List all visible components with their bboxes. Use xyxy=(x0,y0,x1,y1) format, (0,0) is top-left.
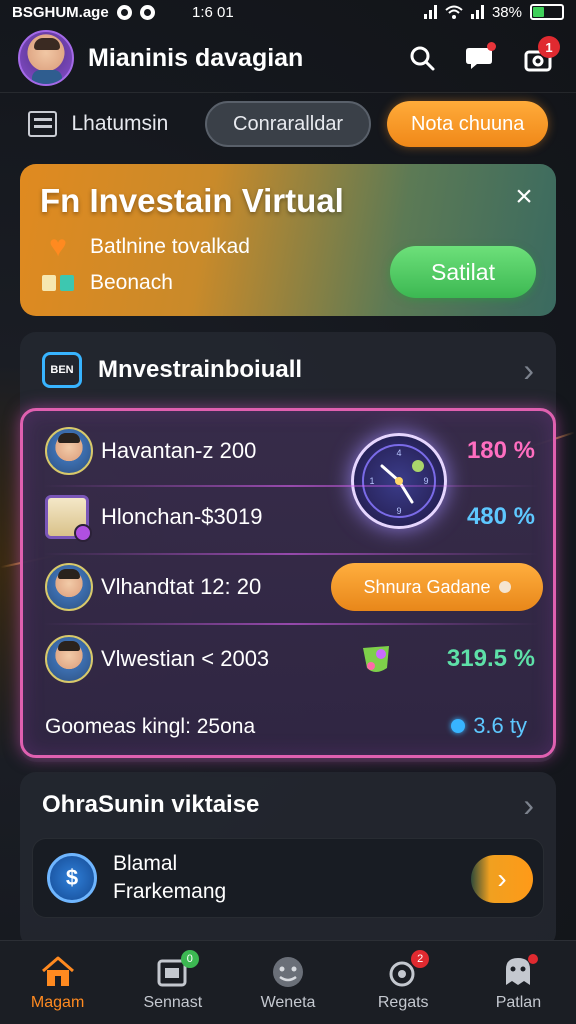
nav-badge-dot xyxy=(528,953,539,964)
nav-item-wallet[interactable]: Weneta xyxy=(230,941,345,1024)
investments-card: BEN Mnvestrainboiuall › 4 9 9 1 Havantan… xyxy=(20,332,556,762)
finance-text: Blamal Frarkemang xyxy=(113,850,226,906)
bag-button[interactable]: 1 xyxy=(518,36,560,78)
ghost-icon xyxy=(498,953,539,990)
investment-action-label: Shnura Gadane xyxy=(363,576,491,597)
tab-pill-primary[interactable]: Nota chuuna xyxy=(387,101,548,147)
messages-button[interactable] xyxy=(460,38,500,78)
investment-return: 480 % xyxy=(466,503,535,530)
investment-name: Hlonchan-$3019 xyxy=(101,504,263,529)
nav-badge: 2 xyxy=(411,949,430,968)
face-icon xyxy=(268,954,308,990)
total-value-text: 3.6 ty xyxy=(473,713,527,738)
go-button[interactable]: › xyxy=(471,855,533,903)
nav-item-search[interactable]: 0 Sennast xyxy=(115,941,230,1024)
investments-header[interactable]: BEN Mnvestrainboiuall › xyxy=(20,332,556,408)
home-icon xyxy=(38,954,78,990)
document-icon xyxy=(45,495,92,542)
nav-item-profile[interactable]: Patlan xyxy=(461,941,576,1024)
investments-title: Mnvestrainboiuall xyxy=(98,356,303,383)
status-bar: BSGHUM.age 1:6 01 38% xyxy=(0,0,576,24)
nav-item-home[interactable]: Magam xyxy=(0,941,115,1024)
nav-label: Patlan xyxy=(495,993,542,1011)
row-divider xyxy=(43,623,539,625)
promo-line-2-text: Beonach xyxy=(90,271,173,294)
bottom-nav: Magam 0 Sennast Weneta 2 Regats Patlan xyxy=(0,940,576,1024)
investment-name: Vlwestian < 2003 xyxy=(101,646,270,671)
investment-return: 180 % xyxy=(466,437,535,464)
finance-line-1: Blamal xyxy=(113,852,178,875)
nav-label: Regats xyxy=(377,993,429,1011)
nav-badge: 0 xyxy=(180,949,199,968)
tab-pill-secondary[interactable]: Conraralldar xyxy=(204,101,372,147)
investment-name: Vlhandtat 12: 20 xyxy=(101,574,262,599)
investment-name: Havantan-z 200 xyxy=(101,438,257,463)
chevron-right-icon: › xyxy=(523,787,534,823)
row-divider xyxy=(43,485,539,487)
app-header: Mianinis davagian 1 xyxy=(0,24,576,92)
avatar xyxy=(45,563,93,611)
finance-title: OhraSunin viktaise xyxy=(42,791,260,818)
investment-action-button[interactable]: Shnura Gadane xyxy=(331,563,543,611)
mini-badges-icon xyxy=(40,268,76,298)
heart-icon: ♥ xyxy=(49,230,67,263)
investments-list: 4 9 9 1 Havantan-z 200 180 % Hlonchan-$3… xyxy=(20,408,556,758)
signal-icon xyxy=(423,5,437,19)
info-dot-icon xyxy=(451,719,466,733)
finance-line-2: Frarkemang xyxy=(113,880,227,903)
search-icon xyxy=(410,46,435,71)
promo-action-button[interactable]: Satilat xyxy=(390,246,536,298)
nav-item-reports[interactable]: 2 Regats xyxy=(346,941,461,1024)
list-icon xyxy=(28,111,58,137)
wifi-icon xyxy=(445,5,463,19)
investment-row[interactable]: Vlhandtat 12: 20 Shnura Gadane xyxy=(45,563,543,611)
tab-bar: Lhatumsin Conraralldar Nota chuuna xyxy=(0,93,576,155)
search-button[interactable] xyxy=(402,38,442,78)
investment-return: 319.5 % xyxy=(446,645,535,672)
status-time: 1:6 01 xyxy=(192,3,234,21)
total-value: 3.6 ty xyxy=(451,713,527,739)
bag-badge: 1 xyxy=(538,36,560,58)
status-carrier: BSGHUM.age xyxy=(12,3,109,21)
profile-avatar[interactable] xyxy=(18,30,74,86)
promo-title: Fn Investain Virtual xyxy=(40,182,344,219)
nav-label: Weneta xyxy=(260,993,316,1011)
action-dot-icon xyxy=(498,581,511,593)
status-app-icon-2 xyxy=(139,4,155,20)
battery-level xyxy=(533,7,544,17)
messages-badge xyxy=(487,42,496,51)
battery-percent: 38% xyxy=(491,3,522,21)
page-title: Mianinis davagian xyxy=(88,43,304,72)
finance-card: OhraSunin viktaise › $ Blamal Frarkemang… xyxy=(20,772,556,948)
investment-row[interactable]: Hlonchan-$3019 480 % xyxy=(45,495,535,542)
chevron-right-icon: › xyxy=(523,352,534,388)
avatar xyxy=(45,635,93,683)
avatar xyxy=(45,427,93,475)
promo-banner: Fn Investain Virtual × ♥ Batlnine tovalk… xyxy=(20,164,556,316)
battery-icon xyxy=(530,4,564,20)
leaf-icon xyxy=(363,646,389,672)
promo-line-1-text: Batlnine tovalkad xyxy=(90,235,250,258)
dollar-coin-icon: $ xyxy=(47,853,97,903)
finance-row[interactable]: $ Blamal Frarkemang › xyxy=(32,838,544,918)
tab-label[interactable]: Lhatumsin xyxy=(71,112,198,136)
row-divider xyxy=(43,553,539,555)
investment-badge-icon: BEN xyxy=(42,352,82,388)
investment-row[interactable]: Havantan-z 200 180 % xyxy=(45,427,535,475)
signal-icon-2 xyxy=(470,5,484,19)
wallet-icon: 0 xyxy=(153,949,199,990)
finance-header[interactable]: OhraSunin viktaise › xyxy=(20,772,556,838)
bell-icon: 2 xyxy=(383,949,430,990)
investment-row[interactable]: Vlwestian < 2003 319.5 % xyxy=(45,635,535,683)
total-label: Goomeas kingl: 25ona xyxy=(45,715,256,738)
status-app-icon xyxy=(116,4,132,20)
nav-label: Sennast xyxy=(143,993,203,1011)
nav-label: Magam xyxy=(30,993,85,1011)
close-button[interactable]: × xyxy=(508,182,540,214)
